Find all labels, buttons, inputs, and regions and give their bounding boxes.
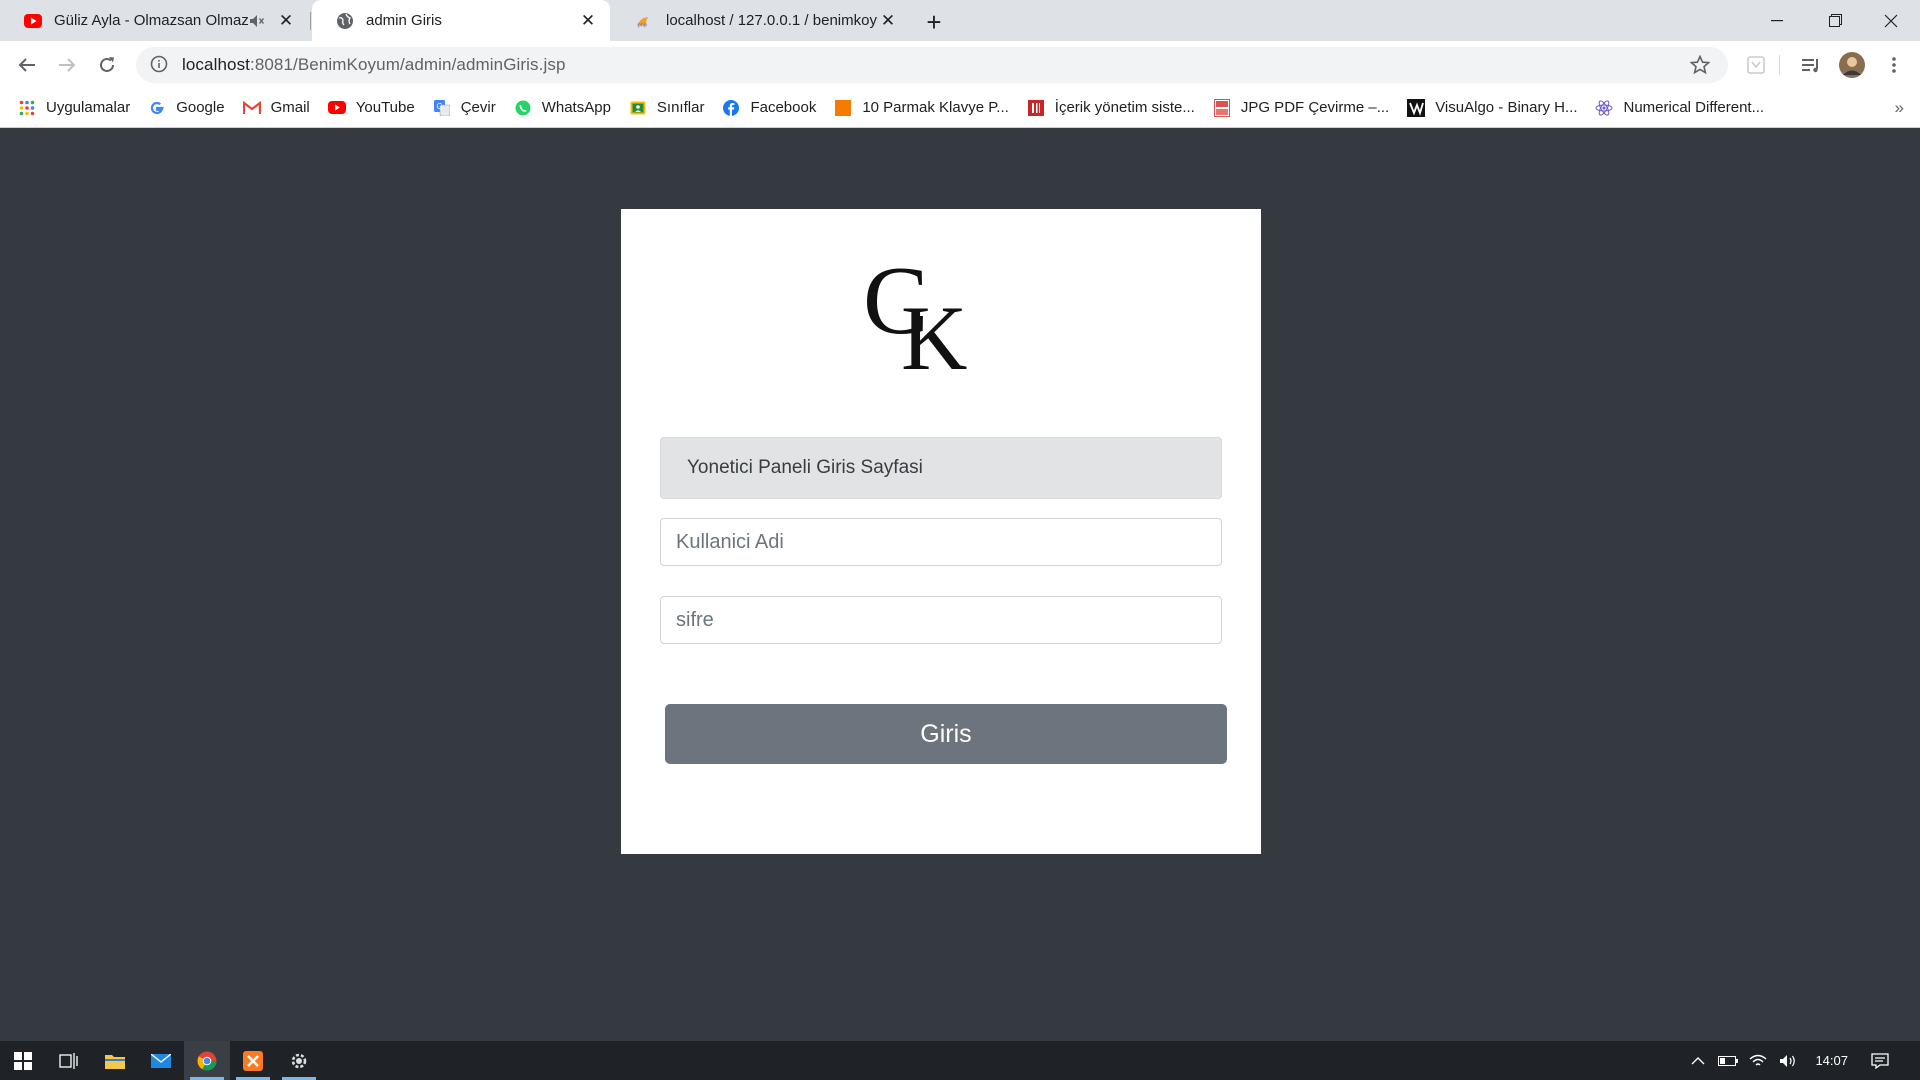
bookmark-label: Çevir xyxy=(460,99,496,116)
bookmark-label: 10 Parmak Klavye P... xyxy=(862,99,1009,116)
bookmark-label: WhatsApp xyxy=(541,99,611,116)
site-info-icon[interactable] xyxy=(150,55,170,75)
svg-text:php: php xyxy=(638,22,647,28)
bookmarks-overflow-chevron-icon[interactable]: » xyxy=(1895,98,1904,118)
red-book-icon xyxy=(1027,99,1045,117)
apps-grid-icon xyxy=(18,99,36,117)
new-tab-button[interactable]: + xyxy=(918,6,950,38)
url-host: localhost xyxy=(182,55,250,74)
bookmark-jpg-pdf[interactable]: JPG PDF Çevirme –... xyxy=(1205,92,1399,124)
bookmark-youtube[interactable]: YouTube xyxy=(320,92,425,124)
svg-text:K: K xyxy=(901,287,967,381)
gmail-icon xyxy=(242,99,261,117)
tab-close-icon[interactable]: ✕ xyxy=(878,11,898,31)
visualgo-icon xyxy=(1407,98,1426,117)
forward-button[interactable] xyxy=(50,48,84,82)
muted-speaker-icon[interactable] xyxy=(248,12,266,30)
bookmark-label: İçerik yönetim siste... xyxy=(1054,99,1195,116)
volume-icon[interactable] xyxy=(1775,1041,1801,1080)
tab-phpmyadmin[interactable]: php localhost / 127.0.0.1 / benimkoyum ✕ xyxy=(612,0,910,41)
tab-separator xyxy=(310,12,311,30)
profile-avatar[interactable] xyxy=(1838,51,1866,79)
reload-button[interactable] xyxy=(90,48,124,82)
media-controls-icon[interactable] xyxy=(1797,51,1825,79)
bookmark-label: Facebook xyxy=(750,99,817,116)
tab-close-icon[interactable]: ✕ xyxy=(578,11,598,31)
bookmark-google[interactable]: Google xyxy=(140,92,234,124)
bookmark-facebook[interactable]: Facebook xyxy=(714,92,826,124)
ck-logo: C K xyxy=(857,247,997,389)
bookmark-gmail[interactable]: Gmail xyxy=(235,92,320,124)
page-background: C K Yonetici Paneli Giris Sayfasi Giris xyxy=(0,129,1920,1041)
xampp-icon[interactable] xyxy=(230,1041,276,1080)
jpg-pdf-icon xyxy=(1213,98,1231,117)
address-bar[interactable]: localhost:8081/BenimKoyum/admin/adminGir… xyxy=(136,47,1728,83)
bookmark-apps[interactable]: Uygulamalar xyxy=(10,92,140,124)
bookmark-whatsapp[interactable]: WhatsApp xyxy=(506,92,621,124)
facebook-icon xyxy=(722,99,740,117)
bookmark-label: Sınıflar xyxy=(656,99,705,116)
minimize-button[interactable] xyxy=(1748,0,1806,41)
battery-icon[interactable] xyxy=(1715,1041,1741,1080)
browser-tab-strip: Güliz Ayla - Olmazsan Olmaz ✕ admin Giri… xyxy=(0,0,1920,41)
file-explorer-icon[interactable] xyxy=(92,1041,138,1080)
orange-square-icon xyxy=(834,99,852,117)
bookmarks-bar: Uygulamalar Google Gmail YouTube G Çevir… xyxy=(0,88,1920,128)
bookmark-label: JPG PDF Çevirme –... xyxy=(1240,99,1390,116)
whatsapp-icon xyxy=(514,99,532,117)
login-card: C K Yonetici Paneli Giris Sayfasi Giris xyxy=(621,209,1261,854)
notifications-icon[interactable] xyxy=(1862,1041,1898,1080)
bookmark-label: YouTube xyxy=(355,99,415,116)
translate-icon: G xyxy=(433,99,451,117)
bookmark-label: Gmail xyxy=(270,99,310,116)
start-button[interactable] xyxy=(0,1041,46,1080)
url-path: :8081/BenimKoyum/admin/adminGiris.jsp xyxy=(250,55,566,74)
tab-title: localhost / 127.0.0.1 / benimkoyum xyxy=(666,12,878,29)
bookmark-label: Google xyxy=(176,99,225,116)
youtube-icon xyxy=(327,99,346,117)
show-hidden-icons-chevron-icon[interactable] xyxy=(1685,1041,1711,1080)
bookmark-10-parmak[interactable]: 10 Parmak Klavye P... xyxy=(826,92,1018,124)
login-button[interactable]: Giris xyxy=(665,704,1227,764)
bookmark-visualgo[interactable]: VisuAlgo - Binary H... xyxy=(1399,92,1587,124)
windows-taskbar: 14:07 xyxy=(0,1041,1920,1080)
bookmark-label: Uygulamalar xyxy=(46,99,131,116)
tab-title: Güliz Ayla - Olmazsan Olmaz xyxy=(54,12,248,29)
taskbar-clock[interactable]: 14:07 xyxy=(1815,1041,1848,1080)
url-text: localhost:8081/BenimKoyum/admin/adminGir… xyxy=(182,55,566,75)
chrome-taskbar-icon[interactable] xyxy=(184,1041,230,1080)
tab-title: admin Giris xyxy=(366,12,442,29)
tab-close-icon[interactable]: ✕ xyxy=(276,11,296,31)
bookmark-label: VisuAlgo - Binary H... xyxy=(1435,99,1578,116)
bookmark-label: Numerical Different... xyxy=(1623,99,1765,116)
task-view-icon[interactable] xyxy=(46,1041,92,1080)
bookmark-siniflar[interactable]: Sınıflar xyxy=(621,92,715,124)
password-input[interactable] xyxy=(660,596,1222,644)
toolbar-divider xyxy=(1778,51,1780,79)
wifi-icon[interactable] xyxy=(1745,1041,1771,1080)
youtube-icon xyxy=(24,12,42,30)
bookmark-cevir[interactable]: G Çevir xyxy=(425,92,506,124)
username-input[interactable] xyxy=(660,518,1222,566)
phpmyadmin-icon: php xyxy=(636,12,654,30)
classroom-icon xyxy=(629,99,647,117)
tab-admin-giris[interactable]: admin Giris ✕ xyxy=(312,0,610,41)
close-window-button[interactable] xyxy=(1862,0,1920,41)
tab-youtube[interactable]: Güliz Ayla - Olmazsan Olmaz ✕ xyxy=(0,0,308,41)
bookmark-numerical[interactable]: Numerical Different... xyxy=(1587,92,1774,124)
mail-icon[interactable] xyxy=(138,1041,184,1080)
extension-icon[interactable] xyxy=(1742,51,1770,79)
browser-toolbar: localhost:8081/BenimKoyum/admin/adminGir… xyxy=(0,41,1920,88)
bookmark-star-icon[interactable] xyxy=(1689,54,1711,75)
restore-button[interactable] xyxy=(1806,0,1864,41)
panel-title: Yonetici Paneli Giris Sayfasi xyxy=(660,437,1222,499)
browser-menu-icon[interactable] xyxy=(1880,51,1908,79)
eclipse-settings-icon[interactable] xyxy=(276,1041,322,1080)
bookmark-icerik-yonetim[interactable]: İçerik yönetim siste... xyxy=(1019,92,1205,124)
google-icon xyxy=(148,99,166,117)
back-button[interactable] xyxy=(10,48,44,82)
globe-icon xyxy=(336,12,354,30)
svg-text:G: G xyxy=(436,102,442,111)
atom-icon xyxy=(1595,99,1613,117)
